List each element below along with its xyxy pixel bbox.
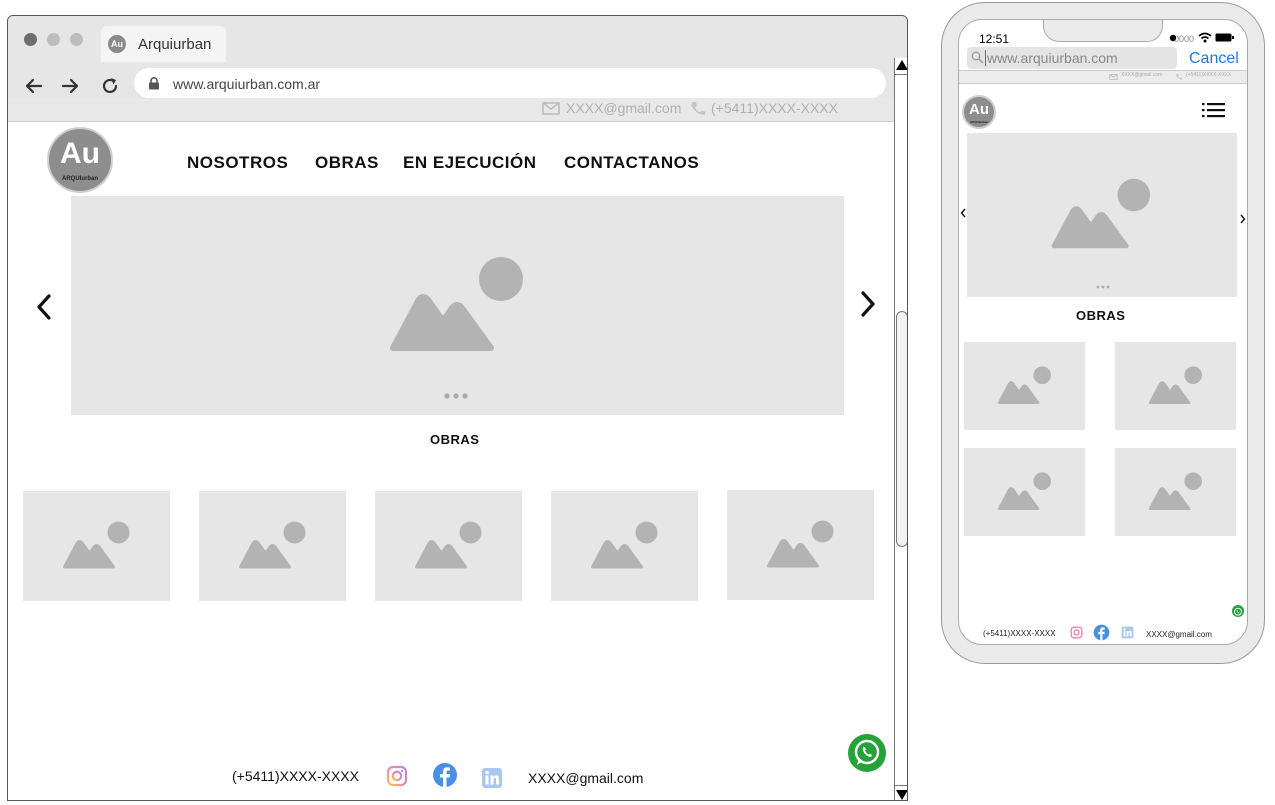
phone-icon (1176, 73, 1183, 80)
mobile-contact-topbar: XXXX@gmail.com (+5411)XXXX-XXXX (959, 70, 1247, 84)
gallery-thumbnail[interactable] (23, 491, 170, 601)
cancel-button[interactable]: Cancel (1189, 50, 1239, 68)
gallery-thumbnail[interactable] (199, 491, 346, 601)
hamburger-menu-icon[interactable] (1202, 102, 1226, 118)
search-icon (971, 51, 984, 64)
section-title-obras: OBRAS (430, 432, 480, 447)
favicon-icon: Au (108, 35, 126, 53)
mobile-logo-text: Au (969, 101, 989, 118)
whatsapp-button[interactable] (848, 734, 886, 772)
scroll-down-arrow-icon[interactable] (896, 790, 907, 800)
image-placeholder-icon (1148, 472, 1202, 510)
wifi-icon (1198, 32, 1212, 43)
linkedin-icon[interactable] (481, 767, 503, 789)
mobile-gallery-thumbnail[interactable] (1115, 342, 1236, 430)
instagram-icon[interactable] (1070, 626, 1083, 639)
mobile-gallery-thumbnail[interactable] (964, 342, 1085, 430)
image-placeholder-icon (389, 256, 523, 351)
mobile-site-logo[interactable]: Au ARQUIurban (962, 95, 996, 129)
lock-icon (149, 77, 159, 90)
mobile-screen: 12:51 0000 www.arquiurban.com Cancel XXX… (958, 19, 1248, 645)
carousel-prev-arrow-icon[interactable] (34, 293, 54, 321)
phone-icon (691, 102, 705, 115)
mail-icon (1109, 74, 1118, 80)
image-placeholder-icon (590, 521, 657, 569)
browser-tab[interactable]: Au Arquiurban (101, 26, 226, 62)
contact-topbar: XXXX@gmail.com (+5411)XXXX-XXXX (8, 98, 894, 122)
facebook-icon[interactable] (432, 762, 458, 788)
carousel-next-arrow-icon[interactable] (858, 290, 878, 318)
mobile-url-text: www.arquiurban.com (987, 50, 1118, 66)
footer-phone[interactable]: (+5411)XXXX-XXXX (232, 768, 359, 784)
mobile-hero-carousel-image[interactable] (967, 133, 1237, 297)
image-placeholder-icon (1148, 366, 1202, 404)
gallery-thumbnail[interactable] (375, 491, 522, 601)
back-arrow-icon[interactable] (22, 74, 46, 98)
status-time: 12:51 (979, 32, 1010, 46)
footer-email[interactable]: XXXX@gmail.com (528, 770, 643, 786)
image-placeholder-icon (62, 521, 129, 569)
topbar-phone[interactable]: (+5411)XXXX-XXXX (711, 100, 838, 116)
mobile-address-bar[interactable]: www.arquiurban.com (967, 47, 1177, 69)
scrollbar-thumb[interactable] (896, 311, 907, 547)
text-cursor (985, 50, 986, 66)
nav-link-nosotros[interactable]: NOSOTROS (187, 153, 288, 173)
mobile-carousel-prev-arrow-icon[interactable] (960, 208, 966, 218)
facebook-icon[interactable] (1093, 624, 1110, 641)
instagram-icon[interactable] (386, 765, 408, 787)
mobile-carousel-dots-indicator[interactable] (1096, 285, 1110, 289)
browser-chrome: Au Arquiurban www.arquiurban.com.ar (8, 16, 907, 98)
mobile-logo-subtext: ARQUIurban (970, 120, 988, 124)
nav-link-en-ejecucion[interactable]: EN EJECUCIÓN (403, 153, 537, 173)
mobile-section-title-obras: OBRAS (1076, 308, 1126, 323)
image-placeholder-icon (1051, 178, 1151, 249)
reload-icon[interactable] (98, 74, 122, 98)
topbar-email[interactable]: XXXX@gmail.com (566, 100, 681, 116)
gallery-thumbnail[interactable] (727, 490, 874, 600)
tab-title: Arquiurban (138, 36, 212, 53)
phone-notch (1043, 20, 1163, 42)
scroll-up-arrow-icon[interactable] (896, 60, 907, 70)
mobile-gallery-thumbnail[interactable] (1115, 448, 1236, 536)
status-carrier: 0000 (1174, 34, 1195, 44)
window-close-dot[interactable] (24, 33, 37, 46)
url-text: www.arquiurban.com.ar (173, 76, 321, 92)
image-placeholder-icon (766, 520, 833, 568)
logo-subtext: ARQUIurban (62, 176, 98, 182)
whatsapp-icon (1234, 607, 1242, 616)
mobile-carousel-next-arrow-icon[interactable] (1240, 214, 1246, 224)
image-placeholder-icon (997, 472, 1051, 510)
image-placeholder-icon (997, 366, 1051, 404)
mobile-topbar-phone[interactable]: (+5411)XXXX-XXXX (1186, 72, 1231, 78)
window-maximize-dot[interactable] (70, 33, 83, 46)
image-placeholder-icon (238, 521, 305, 569)
mail-icon (542, 102, 560, 115)
image-placeholder-icon (414, 521, 481, 569)
vertical-scrollbar[interactable] (894, 58, 907, 800)
signal-dot-icon (1169, 34, 1177, 42)
whatsapp-icon (854, 739, 880, 765)
nav-link-contactanos[interactable]: CONTACTANOS (564, 153, 699, 173)
mobile-footer-email[interactable]: XXXX@gmail.com (1146, 630, 1212, 639)
forward-arrow-icon[interactable] (58, 74, 82, 98)
carousel-dots-indicator[interactable] (444, 393, 470, 399)
logo-text: Au (60, 137, 100, 170)
desktop-browser-window: Au Arquiurban www.arquiurban.com.ar XXXX… (7, 15, 908, 801)
battery-icon (1215, 33, 1234, 42)
linkedin-icon[interactable] (1121, 626, 1134, 639)
hero-carousel-image[interactable] (71, 196, 844, 415)
mobile-whatsapp-button[interactable] (1232, 605, 1244, 617)
mobile-footer-phone[interactable]: (+5411)XXXX-XXXX (983, 629, 1056, 638)
mobile-topbar-email[interactable]: XXXX@gmail.com (1121, 72, 1162, 78)
mobile-gallery-thumbnail[interactable] (964, 448, 1085, 536)
gallery-thumbnail[interactable] (551, 491, 698, 601)
nav-link-obras[interactable]: OBRAS (315, 153, 379, 173)
address-bar[interactable]: www.arquiurban.com.ar (134, 68, 886, 98)
window-minimize-dot[interactable] (47, 33, 60, 46)
site-logo[interactable]: Au ARQUIurban (47, 127, 113, 193)
